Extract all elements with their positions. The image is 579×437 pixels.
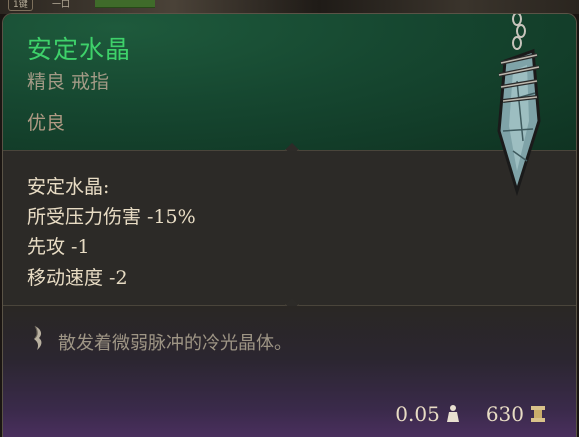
item-value: 630: [485, 402, 524, 426]
weight-icon: [446, 405, 459, 422]
item-rarity: 优良: [27, 112, 66, 134]
item-type: 精良 戒指: [27, 71, 110, 93]
item-description: 散发着微弱脉冲的冷光晶体。: [58, 333, 292, 354]
hotbar-key-label: 1键: [8, 0, 33, 11]
stat-stress-damage: 所受压力伤害 -15%: [27, 206, 196, 228]
item-name: 安定水晶: [27, 35, 132, 64]
health-bar: [95, 0, 155, 8]
quill-icon: [34, 325, 42, 350]
description-section: 散发着微弱脉冲的冷光晶体。 0.05 630: [3, 306, 576, 437]
gold-icon: [531, 406, 545, 422]
item-footer: 0.05 630: [395, 402, 546, 426]
background-scene: 1键 一口: [0, 0, 579, 14]
item-weight: 0.05: [395, 402, 440, 426]
stats-title: 安定水晶:: [27, 176, 110, 198]
stat-initiative: 先攻 -1: [27, 236, 90, 258]
stat-movement-speed: 移动速度 -2: [27, 267, 128, 289]
hotbar-label: 一口: [52, 0, 71, 10]
item-tooltip: 安定水晶 精良 戒指 优良 安定水晶: 所受压力伤害 -15% 先攻 -1 移动…: [2, 13, 577, 437]
crystal-pendant-icon: [497, 14, 541, 197]
